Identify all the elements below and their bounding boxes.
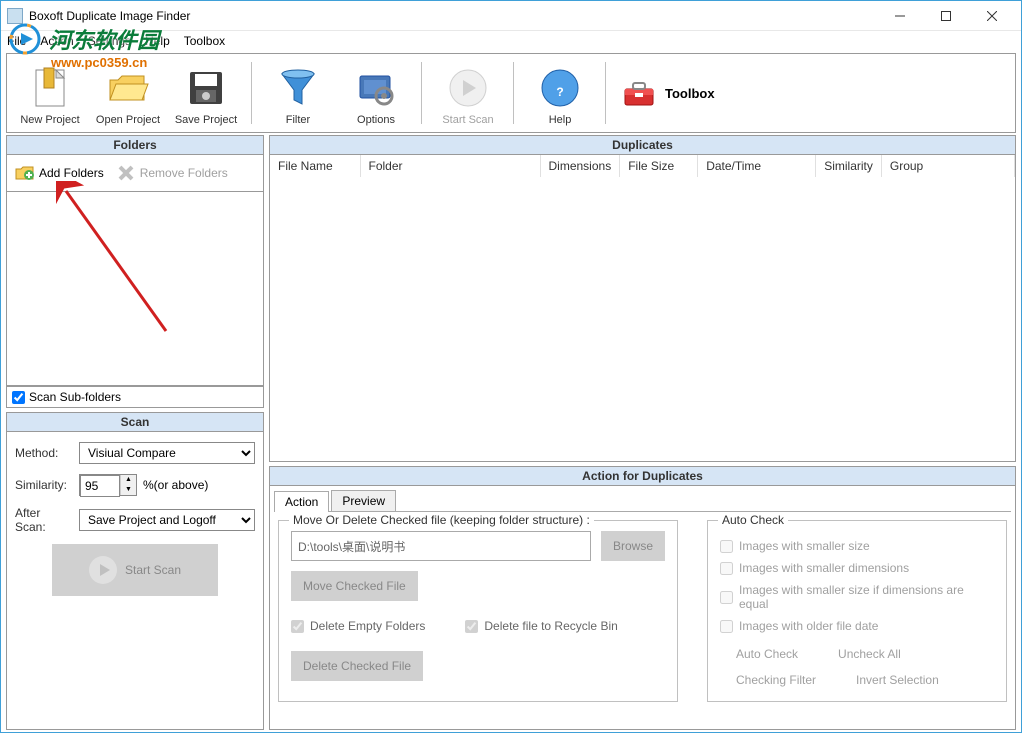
- delete-checked-button: Delete Checked File: [291, 651, 423, 681]
- after-scan-label: After Scan:: [15, 506, 73, 534]
- toolbox-label: Toolbox: [665, 86, 715, 101]
- path-input[interactable]: [291, 531, 591, 561]
- auto-smaller-size-checkbox: [720, 540, 733, 553]
- similarity-spinner[interactable]: ▲▼: [79, 474, 137, 496]
- delete-empty-checkbox: [291, 620, 304, 633]
- menu-toolbox[interactable]: Toolbox: [184, 34, 225, 48]
- new-project-icon: [26, 64, 74, 112]
- auto-smaller-eq-checkbox: [720, 591, 733, 604]
- col-similarity[interactable]: Similarity: [816, 155, 882, 177]
- help-button[interactable]: ? Help: [523, 57, 597, 129]
- app-icon: [7, 8, 23, 24]
- scan-subfolders-checkbox[interactable]: [12, 391, 25, 404]
- minimize-button[interactable]: [877, 2, 923, 30]
- menu-action[interactable]: Action: [40, 34, 73, 48]
- menubar: File Action Settings Help Toolbox: [1, 31, 1021, 51]
- similarity-label: Similarity:: [15, 478, 73, 492]
- col-dimensions[interactable]: Dimensions: [540, 155, 620, 177]
- link-uncheck: Uncheck All: [838, 647, 901, 661]
- scan-panel: Scan Method: Visiual Compare Similarity:…: [6, 412, 264, 730]
- folders-list[interactable]: [6, 192, 264, 386]
- delete-recycle-checkbox: [465, 620, 478, 633]
- remove-icon: [116, 163, 136, 183]
- link-filter: Checking Filter: [736, 673, 816, 687]
- play-icon: [444, 64, 492, 112]
- filter-button[interactable]: Filter: [261, 57, 335, 129]
- move-delete-fieldset: Move Or Delete Checked file (keeping fol…: [278, 520, 678, 702]
- col-filesize[interactable]: File Size: [620, 155, 698, 177]
- duplicates-header: Duplicates: [269, 135, 1016, 155]
- action-panel: Action for Duplicates Action Preview Mov…: [269, 466, 1016, 730]
- start-scan-button: Start Scan: [431, 57, 505, 129]
- action-header: Action for Duplicates: [269, 466, 1016, 486]
- add-folders-button[interactable]: Add Folders: [11, 161, 108, 185]
- link-invert: Invert Selection: [856, 673, 939, 687]
- toolbar: New Project Open Project Save Project Fi…: [6, 53, 1016, 133]
- auto-older-checkbox: [720, 620, 733, 633]
- help-icon: ?: [536, 64, 584, 112]
- menu-help[interactable]: Help: [145, 34, 170, 48]
- filter-icon: [274, 64, 322, 112]
- add-folder-icon: [15, 163, 35, 183]
- tab-action[interactable]: Action: [274, 491, 329, 512]
- window-title: Boxoft Duplicate Image Finder: [29, 9, 877, 23]
- scan-header: Scan: [6, 412, 264, 432]
- toolbox-icon: [623, 77, 655, 109]
- col-folder[interactable]: Folder: [360, 155, 540, 177]
- tab-preview[interactable]: Preview: [331, 490, 396, 511]
- open-folder-icon: [104, 64, 152, 112]
- remove-folders-button: Remove Folders: [112, 161, 232, 185]
- menu-settings[interactable]: Settings: [88, 34, 131, 48]
- titlebar: Boxoft Duplicate Image Finder: [1, 1, 1021, 31]
- folders-panel: Folders Add Folders Remove Folders Sca: [6, 135, 264, 408]
- method-label: Method:: [15, 446, 73, 460]
- duplicates-grid[interactable]: File Name Folder Dimensions File Size Da…: [269, 155, 1016, 462]
- scan-subfolders-row: Scan Sub-folders: [6, 386, 264, 408]
- col-datetime[interactable]: Date/Time: [698, 155, 816, 177]
- play-icon: [89, 556, 117, 584]
- save-project-button[interactable]: Save Project: [169, 57, 243, 129]
- duplicates-panel: Duplicates File Name Folder Dimensions F…: [269, 135, 1016, 462]
- open-project-button[interactable]: Open Project: [91, 57, 165, 129]
- move-checked-button: Move Checked File: [291, 571, 418, 601]
- col-group[interactable]: Group: [881, 155, 1014, 177]
- spin-up[interactable]: ▲: [121, 475, 136, 485]
- col-filename[interactable]: File Name: [270, 155, 360, 177]
- options-button[interactable]: Options: [339, 57, 413, 129]
- auto-check-fieldset: Auto Check Images with smaller size Imag…: [707, 520, 1007, 702]
- save-icon: [182, 64, 230, 112]
- browse-button: Browse: [601, 531, 665, 561]
- similarity-input[interactable]: [80, 475, 120, 497]
- auto-smaller-dim-checkbox: [720, 562, 733, 575]
- toolbox-button[interactable]: Toolbox: [615, 73, 723, 113]
- new-project-button[interactable]: New Project: [13, 57, 87, 129]
- spin-down[interactable]: ▼: [121, 485, 136, 495]
- folders-header: Folders: [6, 135, 264, 155]
- close-button[interactable]: [969, 2, 1015, 30]
- menu-file[interactable]: File: [7, 34, 26, 48]
- svg-text:?: ?: [556, 85, 563, 99]
- options-icon: [352, 64, 400, 112]
- link-autocheck: Auto Check: [736, 647, 798, 661]
- maximize-button[interactable]: [923, 2, 969, 30]
- start-scan-large-button: Start Scan: [52, 544, 218, 596]
- similarity-suffix: %(or above): [143, 478, 208, 492]
- after-scan-select[interactable]: Save Project and Logoff: [79, 509, 255, 531]
- method-select[interactable]: Visiual Compare: [79, 442, 255, 464]
